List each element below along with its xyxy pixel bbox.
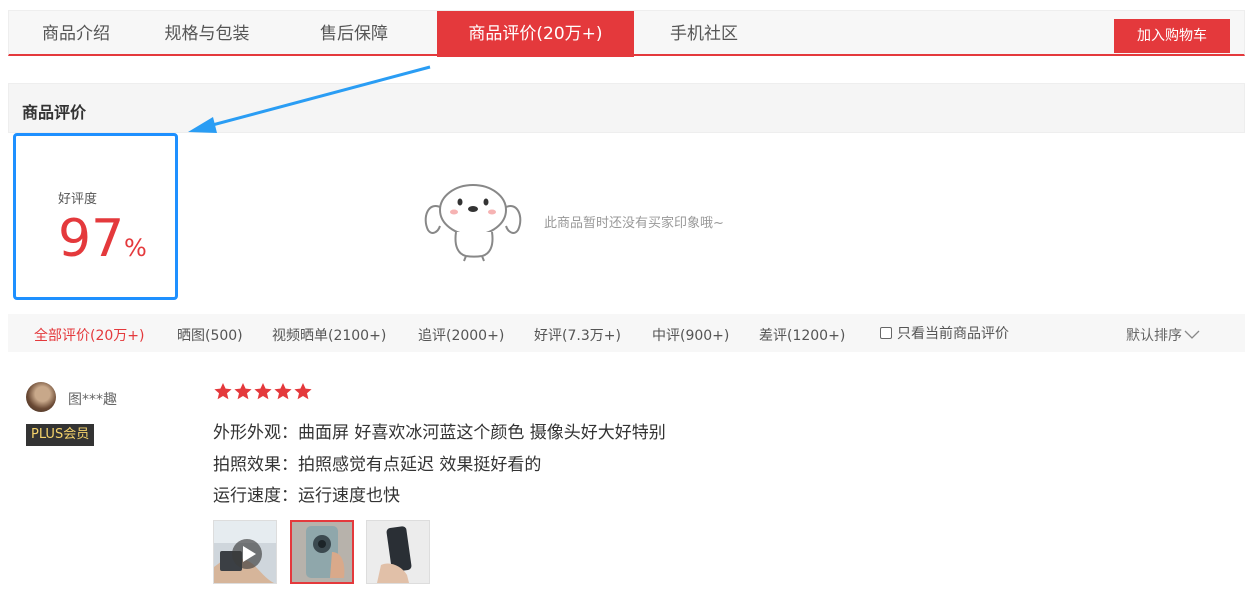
tab-product-reviews[interactable]: 商品评价(20万+)	[437, 11, 634, 57]
review-video-thumbnail[interactable]	[213, 520, 277, 584]
sort-dropdown[interactable]: 默认排序	[1126, 325, 1200, 345]
review-text-camera: 拍照效果：拍照感觉有点延迟 效果挺好看的	[213, 455, 542, 475]
mascot-dog-icon	[424, 184, 522, 262]
reviewer-name: 图***趣	[68, 392, 117, 408]
review-photo-thumbnail-2[interactable]	[366, 520, 430, 584]
only-current-product-toggle[interactable]: 只看当前商品评价	[880, 323, 1009, 343]
positive-rate-value: 97	[58, 209, 125, 269]
review-text-speed: 运行速度：运行速度也快	[213, 486, 400, 506]
tab-product-intro[interactable]: 商品介绍	[9, 11, 143, 57]
review-photo-thumbnail-1[interactable]	[290, 520, 354, 584]
filter-photos[interactable]: 晒图(500)	[177, 325, 243, 345]
star-icon	[294, 383, 312, 400]
only-current-label: 只看当前商品评价	[897, 326, 1009, 342]
tab-specs-packaging[interactable]: 规格与包装	[143, 11, 271, 57]
star-rating	[214, 383, 312, 400]
review-text-appearance: 外形外观：曲面屏 好喜欢冰河蓝这个颜色 摄像头好大好特别	[213, 423, 666, 443]
positive-rate-box: 好评度 97 %	[13, 133, 178, 300]
filter-negative[interactable]: 差评(1200+)	[759, 325, 845, 345]
sort-label: 默认排序	[1126, 328, 1182, 344]
avatar[interactable]	[26, 382, 56, 412]
positive-rate-label: 好评度	[58, 192, 98, 207]
only-current-checkbox[interactable]	[880, 327, 892, 339]
review-filter-bar: 全部评价(20万+) 晒图(500) 视频晒单(2100+) 追评(2000+)…	[8, 314, 1245, 352]
add-to-cart-button[interactable]: 加入购物车	[1114, 19, 1230, 53]
plus-member-badge: PLUS会员	[26, 424, 95, 446]
tab-phone-community[interactable]: 手机社区	[634, 11, 774, 57]
star-icon	[234, 383, 252, 400]
filter-follow-up[interactable]: 追评(2000+)	[418, 325, 504, 345]
photo-thumbnail-image	[292, 522, 352, 582]
filter-videos[interactable]: 视频晒单(2100+)	[272, 325, 386, 345]
chevron-down-icon	[1184, 330, 1200, 339]
tab-after-sales[interactable]: 售后保障	[271, 11, 437, 57]
section-title: 商品评价	[22, 103, 87, 122]
reviews-section-header: 商品评价	[8, 83, 1245, 133]
filter-positive[interactable]: 好评(7.3万+)	[534, 325, 621, 345]
empty-impression-text: 此商品暂时还没有买家印象哦~	[544, 216, 724, 231]
filter-neutral[interactable]: 中评(900+)	[652, 325, 729, 345]
product-tab-bar: 商品介绍 规格与包装 售后保障 商品评价(20万+) 手机社区 加入购物车	[8, 10, 1245, 57]
star-icon	[214, 383, 232, 400]
photo-thumbnail-image	[367, 521, 429, 583]
positive-rate-unit: %	[124, 234, 147, 262]
video-thumbnail-image	[214, 521, 276, 583]
star-icon	[274, 383, 292, 400]
star-icon	[254, 383, 272, 400]
filter-all-reviews[interactable]: 全部评价(20万+)	[34, 325, 144, 345]
